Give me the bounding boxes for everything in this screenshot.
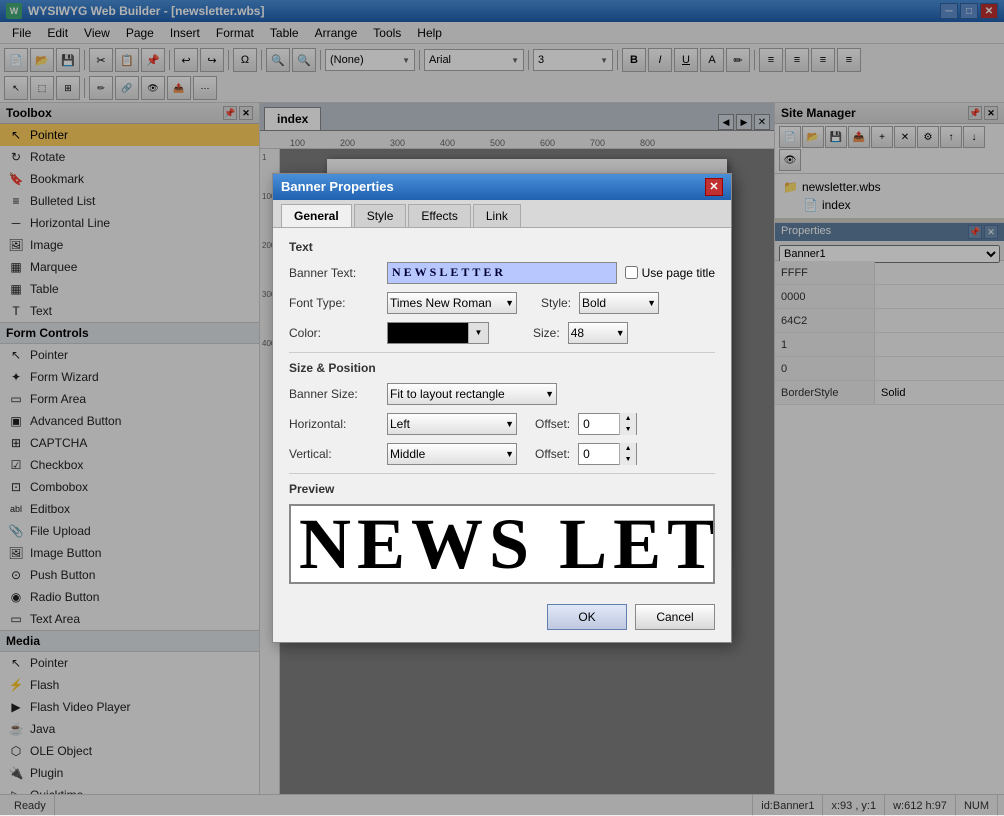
color-label: Color: [289, 326, 379, 340]
dialog-tabs: General Style Effects Link [273, 200, 731, 228]
dialog-tab-link[interactable]: Link [473, 204, 521, 227]
preview-text: NEWS LET [299, 508, 715, 580]
preview-box: NEWS LET [289, 504, 715, 584]
cancel-button[interactable]: Cancel [635, 604, 715, 630]
banner-text-label: Banner Text: [289, 266, 379, 280]
font-dropdown-arrow: ▼ [505, 298, 514, 308]
dialog-close-button[interactable]: ✕ [705, 178, 723, 196]
v-spinner-buttons: ▲ ▼ [619, 443, 636, 465]
style-label: Style: [541, 296, 571, 310]
banner-properties-dialog: Banner Properties ✕ General Style Effect… [272, 173, 732, 643]
h-offset-input[interactable] [579, 417, 619, 431]
banner-size-row: Banner Size: Fit to layout rectangle ▼ [289, 383, 715, 405]
h-offset-spinner: ▲ ▼ [578, 413, 637, 435]
v-offset-spinner: ▲ ▼ [578, 443, 637, 465]
h-spinner-buttons: ▲ ▼ [619, 413, 636, 435]
vertical-row: Vertical: Middle ▼ Offset: ▲ ▼ [289, 443, 715, 465]
vertical-label: Vertical: [289, 447, 379, 461]
dialog-tab-general[interactable]: General [281, 204, 352, 227]
vertical-select[interactable]: Middle ▼ [387, 443, 517, 465]
banner-text-row: Banner Text: Use page title [289, 262, 715, 284]
horizontal-select[interactable]: Left ▼ [387, 413, 517, 435]
modal-overlay: Banner Properties ✕ General Style Effect… [0, 0, 1004, 815]
divider-2 [289, 473, 715, 474]
font-row: Font Type: Times New Roman ▼ Style: Bold… [289, 292, 715, 314]
banner-size-select[interactable]: Fit to layout rectangle ▼ [387, 383, 557, 405]
banner-text-input[interactable] [387, 262, 617, 284]
style-select[interactable]: Bold ▼ [579, 292, 659, 314]
v-offset-down[interactable]: ▼ [620, 454, 636, 465]
h-offset-label: Offset: [535, 417, 570, 431]
horizontal-arrow: ▼ [505, 419, 514, 429]
h-offset-up[interactable]: ▲ [620, 413, 636, 424]
color-size-row: Color: ▼ Size: 48 ▼ [289, 322, 715, 344]
size-position-title: Size & Position [289, 361, 715, 375]
style-dropdown-arrow: ▼ [647, 298, 656, 308]
divider-1 [289, 352, 715, 353]
dialog-title-bar: Banner Properties ✕ [273, 174, 731, 200]
horizontal-label: Horizontal: [289, 417, 379, 431]
size-dropdown-arrow: ▼ [616, 328, 625, 338]
v-offset-label: Offset: [535, 447, 570, 461]
color-swatch[interactable]: ▼ [387, 322, 489, 344]
dialog-tab-effects[interactable]: Effects [408, 204, 470, 227]
v-offset-input[interactable] [579, 447, 619, 461]
banner-size-arrow: ▼ [545, 389, 554, 399]
size-select[interactable]: 48 ▼ [568, 322, 628, 344]
use-page-title-label: Use page title [642, 266, 715, 280]
dialog-title: Banner Properties [281, 179, 394, 194]
dialog-tab-style[interactable]: Style [354, 204, 407, 227]
text-section-title: Text [289, 240, 715, 254]
dialog-body: Text Banner Text: Use page title Font Ty… [273, 228, 731, 596]
preview-label: Preview [289, 482, 715, 496]
font-type-select[interactable]: Times New Roman ▼ [387, 292, 517, 314]
banner-size-label: Banner Size: [289, 387, 379, 401]
use-page-title-checkbox[interactable] [625, 266, 638, 279]
font-type-label: Font Type: [289, 296, 379, 310]
use-page-title-row: Use page title [625, 266, 715, 280]
vertical-arrow: ▼ [505, 449, 514, 459]
v-offset-up[interactable]: ▲ [620, 443, 636, 454]
horizontal-row: Horizontal: Left ▼ Offset: ▲ ▼ [289, 413, 715, 435]
dialog-footer: OK Cancel [273, 596, 731, 642]
size-label: Size: [533, 326, 560, 340]
ok-button[interactable]: OK [547, 604, 627, 630]
color-swatch-fill [388, 323, 468, 343]
h-offset-down[interactable]: ▼ [620, 424, 636, 435]
color-dropdown-arrow: ▼ [468, 323, 488, 343]
